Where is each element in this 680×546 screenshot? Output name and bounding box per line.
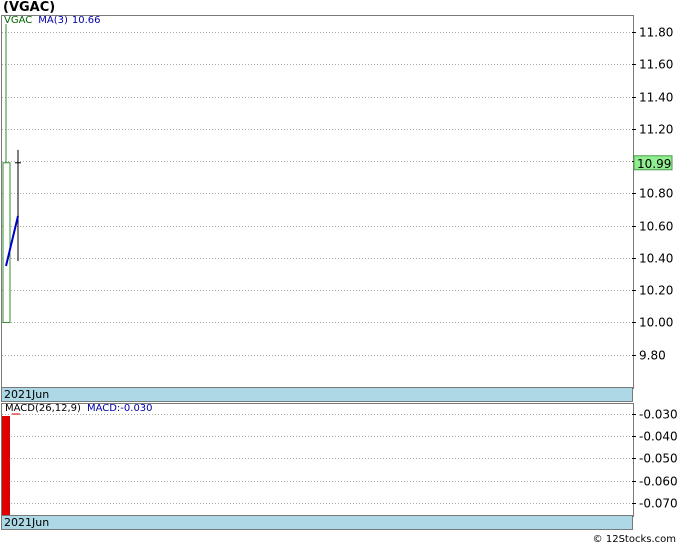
price-tick-label: 11.20 [639, 123, 673, 137]
price-tick-label: 10.20 [639, 284, 673, 298]
macd-label: MACD(26,12,9) [5, 403, 81, 414]
price-tick-label: 10.40 [639, 252, 673, 266]
symbol-label: VGAC [4, 15, 33, 26]
date-label-bottom: 2021Jun [4, 516, 50, 529]
macd-tick-label: -0.030 [639, 408, 678, 422]
chart-canvas: 9.8010.0010.2010.4010.6010.8011.0011.201… [2, 24, 678, 515]
ma-label: MA(3) [38, 15, 68, 26]
macd-value: MACD:-0.030 [86, 403, 153, 414]
price-tick-label: 10.80 [639, 187, 673, 201]
macd-bar [2, 416, 10, 515]
macd-tick-label: -0.070 [639, 497, 678, 511]
price-tick-label: 10.00 [639, 316, 673, 330]
price-tick-label: 9.80 [639, 349, 666, 363]
price-tick-label: 10.60 [639, 220, 673, 234]
date-strip-top: 2021Jun [1, 387, 633, 402]
date-strip-bottom: 2021Jun [1, 515, 633, 530]
candle-body [2, 162, 11, 323]
price-tick-label: 11.60 [639, 58, 673, 72]
price-legend: VGAC MA(3) 10.66 [4, 15, 107, 26]
macd-legend: MACD(26,12,9) MACD:-0.030 [5, 403, 159, 414]
price-tag-label: 10.99 [637, 157, 671, 171]
macd-tick-label: -0.060 [639, 475, 678, 489]
ma-value: 10.66 [71, 15, 101, 26]
date-label-top: 2021Jun [4, 388, 50, 401]
macd-tick-label: -0.050 [639, 452, 678, 466]
macd-tick-label: -0.040 [639, 430, 678, 444]
price-tick-label: 11.80 [639, 26, 673, 40]
footer-credit: © 12Stocks.com [592, 534, 676, 545]
price-tick-label: 11.40 [639, 91, 673, 105]
